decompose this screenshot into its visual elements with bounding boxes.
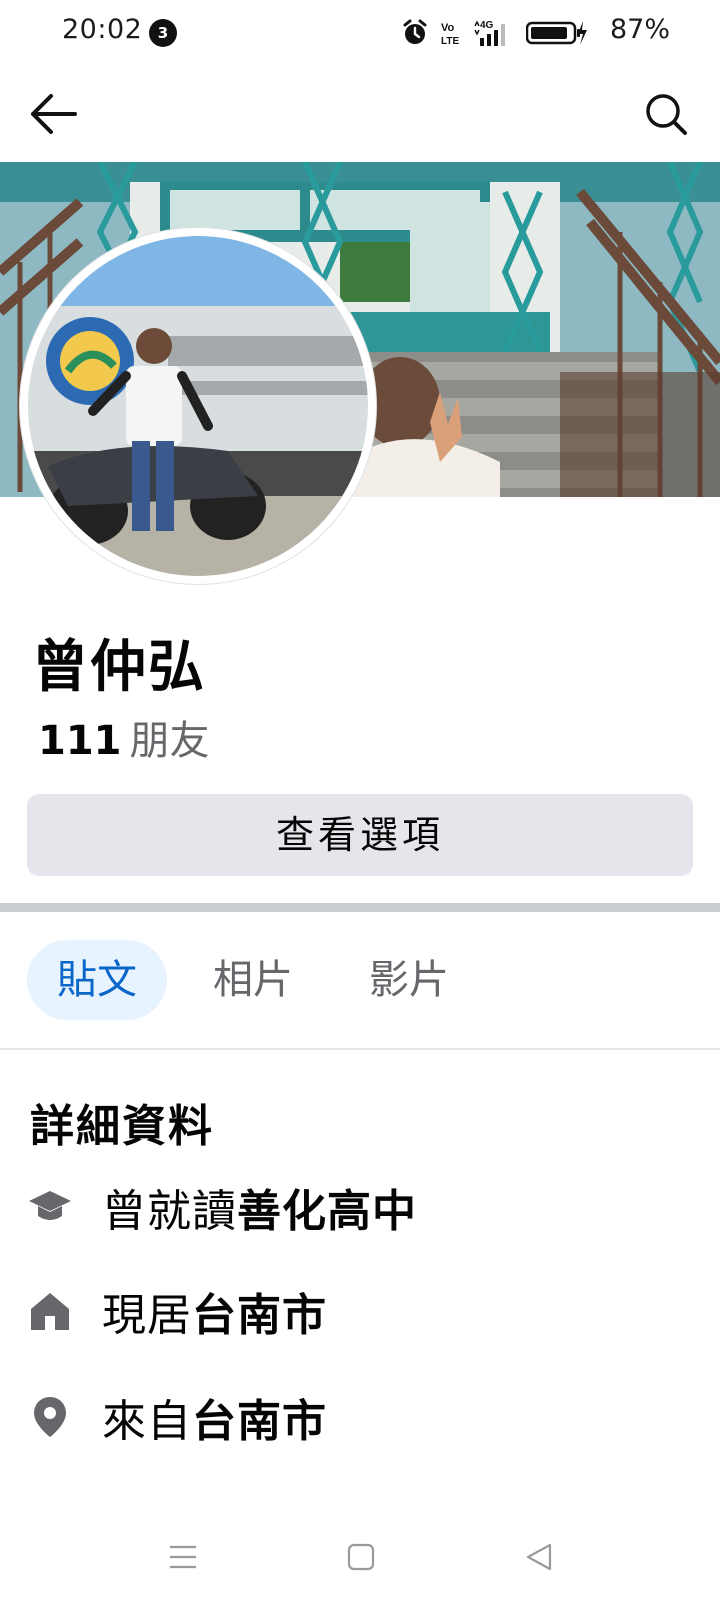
friends-count[interactable]: 111 朋友 [38,708,210,766]
avatar-image [28,236,368,576]
svg-text:4G: 4G [480,20,494,31]
home-icon [28,1289,72,1333]
search-icon [646,94,687,135]
tab-posts[interactable]: 貼文 [27,940,167,1020]
friends-count-number: 111 [38,718,122,764]
detail-current-city: 現居台南市 [28,1276,327,1346]
notification-count-badge: 3 [149,19,177,47]
tabs-divider [0,1048,720,1050]
status-icons: Vo LTE 4G [402,16,588,50]
menu-lines-icon [170,1545,196,1569]
recent-apps-button[interactable] [153,1532,213,1582]
system-navigation-bar [0,1502,720,1612]
home-button[interactable] [331,1532,391,1582]
detail-education: 曾就讀善化高中 [28,1172,417,1242]
view-options-button[interactable]: 查看選項 [27,794,693,876]
status-time: 20:02 [62,14,143,45]
svg-text:Vo: Vo [441,22,455,34]
triangle-back-icon [526,1543,552,1571]
profile-avatar[interactable] [20,228,376,584]
system-back-button[interactable] [509,1532,569,1582]
back-arrow-icon [31,94,77,134]
location-pin-icon [28,1395,72,1439]
signal-4g-icon: 4G [474,20,505,46]
detail-education-value[interactable]: 善化高中 [237,1186,417,1237]
square-icon [347,1543,375,1571]
profile-tabs: 貼文 相片 影片 [27,940,495,1020]
profile-name: 曾仲弘 [32,635,206,700]
detail-hometown-value[interactable]: 台南市 [192,1396,327,1447]
svg-text:LTE: LTE [441,36,459,47]
detail-hometown: 來自台南市 [28,1382,327,1452]
detail-hometown-prefix: 來自 [102,1396,192,1447]
status-bar: 20:02 3 Vo LTE 4G 87% [0,0,720,66]
friends-label: 朋友 [129,718,210,764]
details-title: 詳細資料 [30,1101,214,1152]
battery-icon [526,21,587,45]
volte-icon: Vo LTE [441,22,459,47]
detail-education-prefix: 曾就讀 [102,1186,237,1237]
detail-current-city-prefix: 現居 [102,1290,192,1341]
search-button[interactable] [638,86,694,142]
graduation-cap-icon [28,1185,72,1229]
tab-photos[interactable]: 相片 [183,940,323,1020]
back-button[interactable] [24,86,84,142]
detail-current-city-value[interactable]: 台南市 [192,1290,327,1341]
section-divider [0,903,720,912]
tab-videos[interactable]: 影片 [339,940,479,1020]
battery-percent: 87% [609,14,670,45]
top-nav [0,66,720,162]
alarm-icon [403,19,427,44]
